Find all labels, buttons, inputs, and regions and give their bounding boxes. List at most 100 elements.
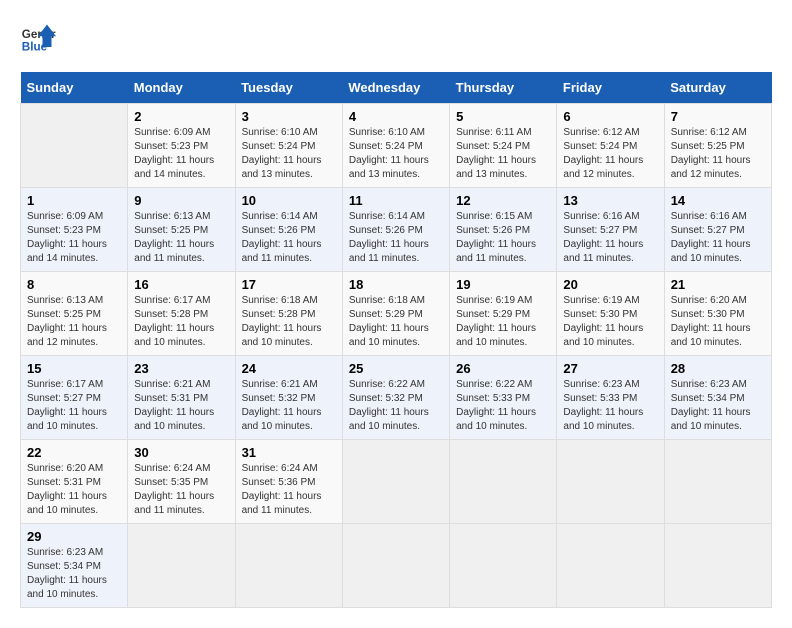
day-info: Sunrise: 6:09 AM Sunset: 5:23 PM Dayligh…	[134, 126, 228, 182]
calendar-cell: 25Sunrise: 6:22 AM Sunset: 5:32 PM Dayli…	[342, 356, 449, 440]
day-number: 4	[349, 109, 443, 124]
day-number: 22	[27, 445, 121, 460]
week-row-2: 8 Sunrise: 6:13 AM Sunset: 5:25 PM Daylig…	[21, 272, 772, 356]
calendar-cell: 14 Sunrise: 6:16 AM Sunset: 5:27 PM Dayli…	[664, 188, 771, 272]
calendar-cell	[128, 524, 235, 608]
day-number: 19	[456, 277, 550, 292]
calendar-cell: 11Sunrise: 6:14 AM Sunset: 5:26 PM Dayli…	[342, 188, 449, 272]
calendar-cell: 17 Sunrise: 6:18 AM Sunset: 5:28 PM Dayli…	[235, 272, 342, 356]
day-info: Sunrise: 6:13 AM Sunset: 5:25 PM Dayligh…	[27, 294, 121, 350]
day-info: Sunrise: 6:21 AM Sunset: 5:32 PM Dayligh…	[242, 378, 336, 434]
calendar-cell	[450, 524, 557, 608]
calendar-cell: 6Sunrise: 6:12 AM Sunset: 5:24 PM Daylig…	[557, 104, 664, 188]
day-info: Sunrise: 6:11 AM Sunset: 5:24 PM Dayligh…	[456, 126, 550, 182]
day-number: 13	[563, 193, 657, 208]
day-info: Sunrise: 6:20 AM Sunset: 5:30 PM Dayligh…	[671, 294, 765, 350]
calendar-cell: 29Sunrise: 6:23 AM Sunset: 5:34 PM Dayli…	[21, 524, 128, 608]
day-number: 20	[563, 277, 657, 292]
week-row-5: 29Sunrise: 6:23 AM Sunset: 5:34 PM Dayli…	[21, 524, 772, 608]
calendar-cell: 23Sunrise: 6:21 AM Sunset: 5:31 PM Dayli…	[128, 356, 235, 440]
day-number: 12	[456, 193, 550, 208]
day-number: 15	[27, 361, 121, 376]
day-number: 1	[27, 193, 121, 208]
day-info: Sunrise: 6:22 AM Sunset: 5:33 PM Dayligh…	[456, 378, 550, 434]
day-number: 30	[134, 445, 228, 460]
logo: General Blue	[20, 20, 62, 56]
calendar-cell: 22 Sunrise: 6:20 AM Sunset: 5:31 PM Dayli…	[21, 440, 128, 524]
day-info: Sunrise: 6:16 AM Sunset: 5:27 PM Dayligh…	[563, 210, 657, 266]
day-header-tuesday: Tuesday	[235, 72, 342, 104]
day-header-sunday: Sunday	[21, 72, 128, 104]
day-info: Sunrise: 6:17 AM Sunset: 5:27 PM Dayligh…	[27, 378, 121, 434]
day-info: Sunrise: 6:18 AM Sunset: 5:28 PM Dayligh…	[242, 294, 336, 350]
day-number: 7	[671, 109, 765, 124]
week-row-4: 22 Sunrise: 6:20 AM Sunset: 5:31 PM Dayli…	[21, 440, 772, 524]
day-header-friday: Friday	[557, 72, 664, 104]
calendar-cell	[664, 440, 771, 524]
day-number: 29	[27, 529, 121, 544]
calendar-cell: 21 Sunrise: 6:20 AM Sunset: 5:30 PM Dayli…	[664, 272, 771, 356]
day-number: 8	[27, 277, 121, 292]
calendar-cell: 9 Sunrise: 6:13 AM Sunset: 5:25 PM Daylig…	[128, 188, 235, 272]
header: General Blue	[20, 20, 772, 56]
week-row-1: 1 Sunrise: 6:09 AM Sunset: 5:23 PM Daylig…	[21, 188, 772, 272]
calendar-cell: 5Sunrise: 6:11 AM Sunset: 5:24 PM Daylig…	[450, 104, 557, 188]
day-info: Sunrise: 6:23 AM Sunset: 5:33 PM Dayligh…	[563, 378, 657, 434]
day-header-wednesday: Wednesday	[342, 72, 449, 104]
day-info: Sunrise: 6:17 AM Sunset: 5:28 PM Dayligh…	[134, 294, 228, 350]
day-header-monday: Monday	[128, 72, 235, 104]
calendar-cell: 12 Sunrise: 6:15 AM Sunset: 5:26 PM Dayli…	[450, 188, 557, 272]
calendar-cell	[664, 524, 771, 608]
calendar-cell	[342, 440, 449, 524]
day-header-saturday: Saturday	[664, 72, 771, 104]
day-number: 6	[563, 109, 657, 124]
day-number: 16	[134, 277, 228, 292]
calendar-cell: 4Sunrise: 6:10 AM Sunset: 5:24 PM Daylig…	[342, 104, 449, 188]
calendar-cell: 1 Sunrise: 6:09 AM Sunset: 5:23 PM Daylig…	[21, 188, 128, 272]
calendar-cell: 30 Sunrise: 6:24 AM Sunset: 5:35 PM Dayli…	[128, 440, 235, 524]
calendar-table: SundayMondayTuesdayWednesdayThursdayFrid…	[20, 72, 772, 608]
calendar-cell: 16 Sunrise: 6:17 AM Sunset: 5:28 PM Dayli…	[128, 272, 235, 356]
day-header-thursday: Thursday	[450, 72, 557, 104]
day-info: Sunrise: 6:15 AM Sunset: 5:26 PM Dayligh…	[456, 210, 550, 266]
calendar-cell: 20 Sunrise: 6:19 AM Sunset: 5:30 PM Dayli…	[557, 272, 664, 356]
week-row-3: 15 Sunrise: 6:17 AM Sunset: 5:27 PM Dayli…	[21, 356, 772, 440]
calendar-header-row: SundayMondayTuesdayWednesdayThursdayFrid…	[21, 72, 772, 104]
calendar-cell: 26 Sunrise: 6:22 AM Sunset: 5:33 PM Dayli…	[450, 356, 557, 440]
day-number: 23	[134, 361, 228, 376]
calendar-cell: 19 Sunrise: 6:19 AM Sunset: 5:29 PM Dayli…	[450, 272, 557, 356]
day-number: 26	[456, 361, 550, 376]
calendar-cell: 7Sunrise: 6:12 AM Sunset: 5:25 PM Daylig…	[664, 104, 771, 188]
calendar-cell: 18Sunrise: 6:18 AM Sunset: 5:29 PM Dayli…	[342, 272, 449, 356]
day-info: Sunrise: 6:22 AM Sunset: 5:32 PM Dayligh…	[349, 378, 443, 434]
day-info: Sunrise: 6:24 AM Sunset: 5:36 PM Dayligh…	[242, 462, 336, 518]
calendar-body: 2 Sunrise: 6:09 AM Sunset: 5:23 PM Daylig…	[21, 104, 772, 608]
day-info: Sunrise: 6:19 AM Sunset: 5:30 PM Dayligh…	[563, 294, 657, 350]
calendar-cell	[557, 524, 664, 608]
calendar-cell	[342, 524, 449, 608]
calendar-cell	[557, 440, 664, 524]
calendar-cell: 3 Sunrise: 6:10 AM Sunset: 5:24 PM Daylig…	[235, 104, 342, 188]
day-info: Sunrise: 6:20 AM Sunset: 5:31 PM Dayligh…	[27, 462, 121, 518]
day-number: 31	[242, 445, 336, 460]
calendar-cell: 24Sunrise: 6:21 AM Sunset: 5:32 PM Dayli…	[235, 356, 342, 440]
day-info: Sunrise: 6:19 AM Sunset: 5:29 PM Dayligh…	[456, 294, 550, 350]
day-info: Sunrise: 6:23 AM Sunset: 5:34 PM Dayligh…	[671, 378, 765, 434]
day-info: Sunrise: 6:13 AM Sunset: 5:25 PM Dayligh…	[134, 210, 228, 266]
day-number: 14	[671, 193, 765, 208]
calendar-cell: 15 Sunrise: 6:17 AM Sunset: 5:27 PM Dayli…	[21, 356, 128, 440]
day-info: Sunrise: 6:24 AM Sunset: 5:35 PM Dayligh…	[134, 462, 228, 518]
day-info: Sunrise: 6:10 AM Sunset: 5:24 PM Dayligh…	[242, 126, 336, 182]
day-number: 21	[671, 277, 765, 292]
day-info: Sunrise: 6:14 AM Sunset: 5:26 PM Dayligh…	[242, 210, 336, 266]
week-row-0: 2 Sunrise: 6:09 AM Sunset: 5:23 PM Daylig…	[21, 104, 772, 188]
day-number: 9	[134, 193, 228, 208]
day-info: Sunrise: 6:16 AM Sunset: 5:27 PM Dayligh…	[671, 210, 765, 266]
day-number: 2	[134, 109, 228, 124]
day-number: 17	[242, 277, 336, 292]
day-number: 27	[563, 361, 657, 376]
day-number: 10	[242, 193, 336, 208]
logo-icon: General Blue	[20, 20, 56, 56]
day-number: 3	[242, 109, 336, 124]
day-info: Sunrise: 6:09 AM Sunset: 5:23 PM Dayligh…	[27, 210, 121, 266]
